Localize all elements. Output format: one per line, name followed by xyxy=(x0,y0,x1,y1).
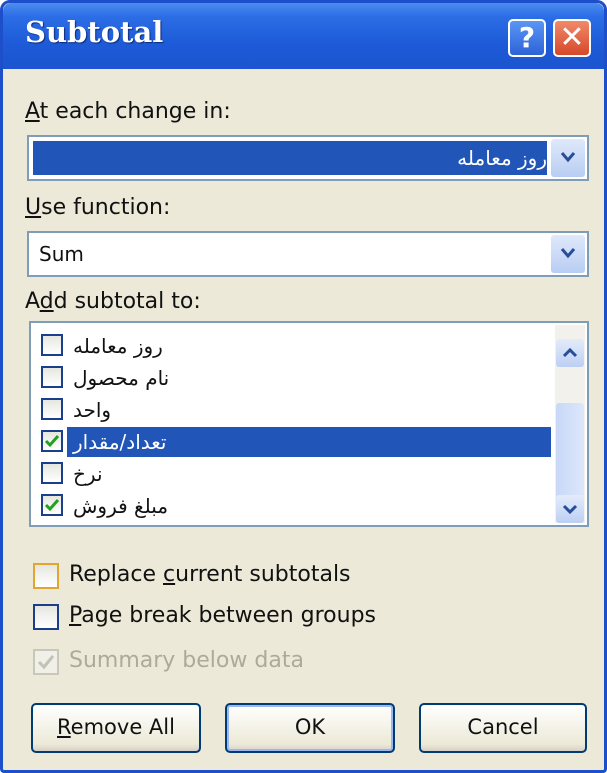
list-item-label: نرخ xyxy=(73,462,103,486)
use-function-value: Sum xyxy=(39,242,84,266)
ok-button[interactable]: OK xyxy=(225,703,395,753)
checkmark-icon xyxy=(44,435,60,448)
checkbox[interactable] xyxy=(41,334,63,356)
title-bar[interactable]: Subtotal ? ✕ xyxy=(3,3,604,69)
checkbox[interactable] xyxy=(41,366,63,388)
close-icon: ✕ xyxy=(559,20,585,55)
list-item-label: روز معامله xyxy=(73,334,163,358)
list-item-label: تعداد/مقدار xyxy=(67,427,551,457)
vertical-scrollbar[interactable] xyxy=(555,325,585,523)
help-icon: ? xyxy=(518,21,536,54)
help-button[interactable]: ? xyxy=(508,19,546,57)
list-item[interactable]: واحد xyxy=(37,395,549,425)
page-break-label: Page break between groups xyxy=(69,603,377,628)
checkbox[interactable] xyxy=(41,494,63,516)
chevron-down-icon xyxy=(560,152,576,163)
checkbox[interactable] xyxy=(41,430,63,452)
replace-current-subtotals-checkbox[interactable] xyxy=(33,563,59,589)
list-item-label: نام محصول xyxy=(73,366,170,390)
chevron-down-icon xyxy=(562,504,578,515)
at-each-change-select[interactable]: روز معامله xyxy=(27,135,589,181)
use-function-label: Use function: xyxy=(25,195,171,220)
checkmark-icon xyxy=(37,655,55,670)
list-item-label: واحد xyxy=(73,398,112,422)
dropdown-button[interactable] xyxy=(551,139,585,177)
at-each-change-label: At each change in: xyxy=(25,99,231,124)
use-function-select[interactable]: Sum xyxy=(27,231,589,277)
list-item-label: مبلغ فروش xyxy=(73,494,169,518)
subtotal-dialog: Subtotal ? ✕ At each change in: روز معام… xyxy=(0,0,607,773)
checkbox[interactable] xyxy=(41,462,63,484)
close-button[interactable]: ✕ xyxy=(553,19,591,57)
scroll-down-button[interactable] xyxy=(556,495,584,523)
page-break-checkbox[interactable] xyxy=(33,604,59,630)
list-item[interactable]: نام محصول xyxy=(37,363,549,393)
dropdown-button[interactable] xyxy=(551,235,585,273)
chevron-down-icon xyxy=(560,248,576,259)
list-item[interactable]: مبلغ فروش xyxy=(37,491,549,521)
replace-current-subtotals-label: Replace current subtotals xyxy=(69,562,351,587)
remove-all-button[interactable]: Remove All xyxy=(31,703,201,753)
summary-below-data-checkbox xyxy=(33,649,59,675)
scroll-thumb[interactable] xyxy=(556,403,584,501)
cancel-button[interactable]: Cancel xyxy=(419,703,587,753)
add-subtotal-label: Add subtotal to: xyxy=(25,289,201,314)
list-item[interactable]: روز معامله xyxy=(37,331,549,361)
add-subtotal-list[interactable]: روز معامله نام محصول واحد تعداد/مقدار نر… xyxy=(29,321,589,527)
at-each-change-value: روز معامله xyxy=(33,141,547,175)
checkmark-icon xyxy=(44,499,60,512)
summary-below-data-label: Summary below data xyxy=(69,648,304,673)
list-item[interactable]: تعداد/مقدار xyxy=(37,427,551,457)
scroll-up-button[interactable] xyxy=(556,339,584,367)
dialog-title: Subtotal xyxy=(25,15,164,49)
checkbox[interactable] xyxy=(41,398,63,420)
chevron-up-icon xyxy=(562,347,578,358)
list-item[interactable]: نرخ xyxy=(37,459,549,489)
